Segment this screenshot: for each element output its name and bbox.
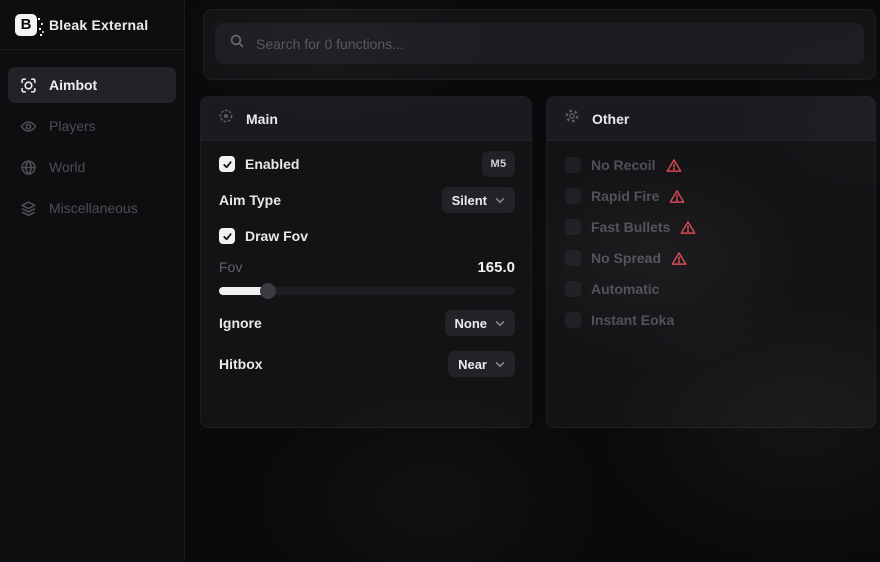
sidebar-item-label: Players bbox=[49, 118, 96, 134]
hitbox-dropdown[interactable]: Near bbox=[448, 351, 515, 377]
sidebar-item-miscellaneous[interactable]: Miscellaneous bbox=[8, 190, 176, 226]
panel-main-header: Main bbox=[201, 97, 531, 141]
other-item-automatic[interactable]: Automatic bbox=[565, 281, 859, 297]
panel-other-body: No Recoil Rapid Fire bbox=[547, 141, 875, 328]
sidebar-item-label: Miscellaneous bbox=[49, 200, 138, 216]
chevron-down-icon bbox=[495, 320, 505, 327]
draw-fov-row: Draw Fov bbox=[219, 223, 515, 249]
other-item-fast-bullets[interactable]: Fast Bullets bbox=[565, 219, 859, 235]
crosshair-focus-icon bbox=[20, 77, 37, 94]
no-spread-checkbox[interactable] bbox=[565, 250, 581, 266]
ignore-dropdown[interactable]: None bbox=[445, 310, 516, 336]
aim-type-dropdown[interactable]: Silent bbox=[442, 187, 515, 213]
sidebar-item-label: World bbox=[49, 159, 85, 175]
ignore-row: Ignore None bbox=[219, 310, 515, 336]
chevron-down-icon bbox=[495, 197, 505, 204]
panel-title: Main bbox=[246, 111, 278, 127]
globe-icon bbox=[20, 159, 37, 176]
sidebar-item-players[interactable]: Players bbox=[8, 108, 176, 144]
ignore-value: None bbox=[455, 316, 488, 331]
automatic-checkbox[interactable] bbox=[565, 281, 581, 297]
search-input[interactable]: Search for 0 functions... bbox=[215, 23, 864, 64]
slider-thumb[interactable] bbox=[260, 283, 276, 299]
enabled-row: Enabled M5 bbox=[219, 151, 515, 177]
draw-fov-label: Draw Fov bbox=[245, 228, 308, 244]
other-item-no-recoil[interactable]: No Recoil bbox=[565, 157, 859, 173]
logo-dissolve-pixels bbox=[38, 18, 40, 20]
panel-other: Other No Recoil Rapid Fir bbox=[546, 96, 876, 428]
panels-row: Main Enabled M5 Aim Type bbox=[200, 96, 876, 428]
sidebar-item-label: Aimbot bbox=[49, 77, 97, 93]
enabled-label: Enabled bbox=[245, 156, 299, 172]
warning-icon bbox=[669, 189, 685, 204]
ignore-label: Ignore bbox=[219, 315, 262, 331]
hitbox-value: Near bbox=[458, 357, 487, 372]
panel-other-header: Other bbox=[547, 97, 875, 141]
sidebar: B Bleak External Aimbot bbox=[0, 0, 185, 562]
rapid-fire-checkbox[interactable] bbox=[565, 188, 581, 204]
other-item-rapid-fire[interactable]: Rapid Fire bbox=[565, 188, 859, 204]
search-placeholder: Search for 0 functions... bbox=[256, 36, 404, 52]
draw-fov-checkbox[interactable] bbox=[219, 228, 235, 244]
layers-icon bbox=[20, 200, 37, 217]
other-item-instant-eoka[interactable]: Instant Eoka bbox=[565, 312, 859, 328]
aim-type-label: Aim Type bbox=[219, 192, 281, 208]
panel-main-body: Enabled M5 Aim Type Silent bbox=[201, 141, 531, 377]
sidebar-header: B Bleak External bbox=[0, 0, 184, 50]
sidebar-item-aimbot[interactable]: Aimbot bbox=[8, 67, 176, 103]
search-panel: Search for 0 functions... bbox=[203, 9, 876, 80]
panel-main: Main Enabled M5 Aim Type bbox=[200, 96, 532, 428]
fov-row: Fov 165.0 bbox=[219, 259, 515, 275]
keybind-button[interactable]: M5 bbox=[482, 151, 515, 177]
fov-value: 165.0 bbox=[477, 259, 515, 276]
aim-type-row: Aim Type Silent bbox=[219, 187, 515, 213]
warning-icon bbox=[671, 251, 687, 266]
logo-letter: B bbox=[21, 16, 32, 33]
hitbox-label: Hitbox bbox=[219, 356, 263, 372]
fov-slider[interactable] bbox=[219, 282, 515, 300]
hitbox-row: Hitbox Near bbox=[219, 351, 515, 377]
fov-label: Fov bbox=[219, 259, 242, 275]
gear-icon bbox=[564, 108, 580, 129]
warning-icon bbox=[680, 220, 696, 235]
other-item-no-spread[interactable]: No Spread bbox=[565, 250, 859, 266]
aim-type-value: Silent bbox=[452, 193, 487, 208]
search-icon bbox=[229, 33, 245, 54]
check-icon bbox=[222, 159, 233, 170]
main-content: Search for 0 functions... Main bbox=[185, 0, 880, 562]
target-icon bbox=[218, 108, 234, 129]
app-title: Bleak External bbox=[49, 17, 148, 33]
enabled-checkbox[interactable] bbox=[219, 156, 235, 172]
fast-bullets-checkbox[interactable] bbox=[565, 219, 581, 235]
instant-eoka-checkbox[interactable] bbox=[565, 312, 581, 328]
sidebar-item-world[interactable]: World bbox=[8, 149, 176, 185]
panel-title: Other bbox=[592, 111, 629, 127]
chevron-down-icon bbox=[495, 361, 505, 368]
app-window: B Bleak External Aimbot bbox=[0, 0, 880, 562]
eye-icon bbox=[20, 118, 37, 135]
warning-icon bbox=[666, 158, 682, 173]
check-icon bbox=[222, 231, 233, 242]
sidebar-nav: Aimbot Players World bbox=[0, 50, 184, 226]
app-logo-icon: B bbox=[15, 14, 37, 36]
no-recoil-checkbox[interactable] bbox=[565, 157, 581, 173]
